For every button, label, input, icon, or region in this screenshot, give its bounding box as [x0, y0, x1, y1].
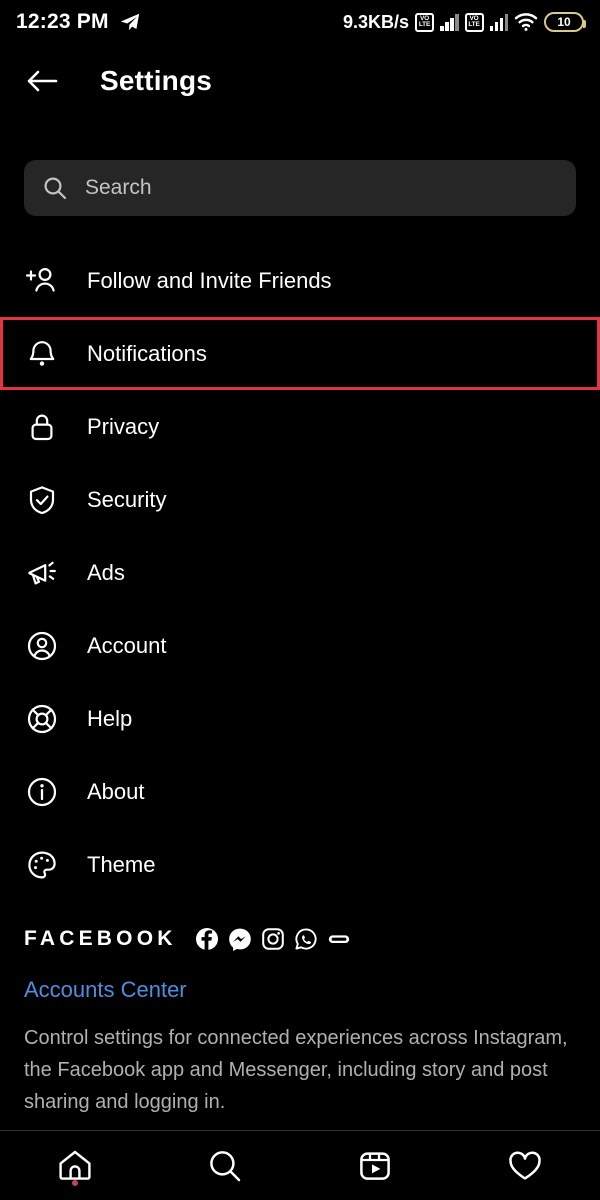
app-header: Settings	[0, 50, 600, 112]
nav-button-search[interactable]	[150, 1131, 300, 1200]
facebook-wordmark: FACEBOOK	[24, 927, 177, 950]
menu-item-label: Help	[87, 705, 133, 731]
shield-check-icon	[24, 482, 60, 518]
search-input[interactable]: Search	[24, 160, 576, 216]
menu-item-label: Security	[87, 486, 167, 512]
facebook-section-description: Control settings for connected experienc…	[24, 1027, 568, 1113]
nav-button-activity[interactable]	[450, 1131, 600, 1200]
facebook-brand-icons	[195, 927, 351, 951]
search-icon	[206, 1147, 244, 1185]
heart-icon	[506, 1147, 544, 1185]
signal-bars-sim2-icon	[489, 13, 508, 31]
menu-item-ads[interactable]: Ads	[0, 536, 600, 609]
add-person-icon	[24, 263, 60, 299]
facebook-section: FACEBOOK Accounts Center Control setting…	[0, 915, 600, 1118]
search-container: Search	[24, 160, 576, 216]
info-circle-icon	[24, 774, 60, 810]
status-clock: 12:23 PM	[16, 10, 109, 33]
status-bar: 12:23 PM 9.3KB/s VO LTE VO LTE 10	[0, 0, 600, 44]
menu-item-theme[interactable]: Theme	[0, 828, 600, 901]
portal-icon	[327, 927, 351, 951]
whatsapp-icon	[294, 927, 318, 951]
menu-item-about[interactable]: About	[0, 755, 600, 828]
search-placeholder: Search	[85, 176, 152, 199]
accounts-center-link[interactable]: Accounts Center	[24, 977, 600, 1003]
volte-sim2-icon: VO LTE	[464, 12, 484, 32]
menu-item-notifications[interactable]: Notifications	[0, 317, 600, 390]
settings-menu-list: Follow and Invite Friends Notifications …	[0, 244, 600, 901]
bottom-navigation-bar	[0, 1131, 600, 1200]
lock-icon	[24, 409, 60, 445]
bell-icon	[24, 336, 60, 372]
instagram-icon	[261, 927, 285, 951]
network-speed: 9.3KB/s	[342, 11, 409, 32]
volte-sim1-icon: VO LTE	[415, 12, 434, 32]
menu-item-label: Follow and Invite Friends	[87, 267, 332, 293]
instagram-settings-screen: 12:23 PM 9.3KB/s VO LTE VO LTE 10 Settin…	[0, 0, 600, 1200]
menu-item-label: Account	[87, 632, 167, 658]
life-ring-icon	[24, 701, 60, 737]
account-circle-icon	[24, 628, 60, 664]
menu-item-help[interactable]: Help	[0, 682, 600, 755]
facebook-brand-row: FACEBOOK	[0, 915, 600, 963]
telegram-icon	[119, 11, 141, 33]
status-bar-right: 9.3KB/s VO LTE VO LTE 10	[342, 11, 586, 33]
nav-button-home[interactable]	[0, 1131, 150, 1200]
menu-item-label: Notifications	[87, 340, 207, 366]
reels-icon	[356, 1147, 394, 1185]
status-bar-left: 12:23 PM	[16, 10, 141, 34]
menu-item-label: Privacy	[87, 413, 160, 439]
menu-item-account[interactable]: Account	[0, 609, 600, 682]
nav-button-reels[interactable]	[300, 1131, 450, 1200]
back-arrow-icon	[26, 68, 58, 94]
megaphone-icon	[24, 555, 60, 591]
menu-item-label: Theme	[87, 851, 156, 877]
back-button[interactable]	[22, 61, 62, 101]
menu-item-follow-and-invite-friends[interactable]: Follow and Invite Friends	[0, 244, 600, 317]
page-title: Settings	[100, 65, 213, 96]
menu-item-privacy[interactable]: Privacy	[0, 390, 600, 463]
home-notification-dot	[72, 1180, 78, 1186]
home-icon	[56, 1147, 94, 1185]
menu-item-label: Ads	[87, 559, 125, 585]
menu-item-security[interactable]: Security	[0, 463, 600, 536]
menu-item-label: About	[87, 778, 145, 804]
palette-icon	[24, 847, 60, 883]
wifi-icon	[514, 12, 538, 32]
facebook-icon	[195, 927, 219, 951]
battery-indicator: 10	[544, 12, 586, 32]
signal-bars-sim1-icon	[440, 13, 459, 31]
search-icon	[42, 175, 68, 201]
messenger-icon	[228, 927, 252, 951]
